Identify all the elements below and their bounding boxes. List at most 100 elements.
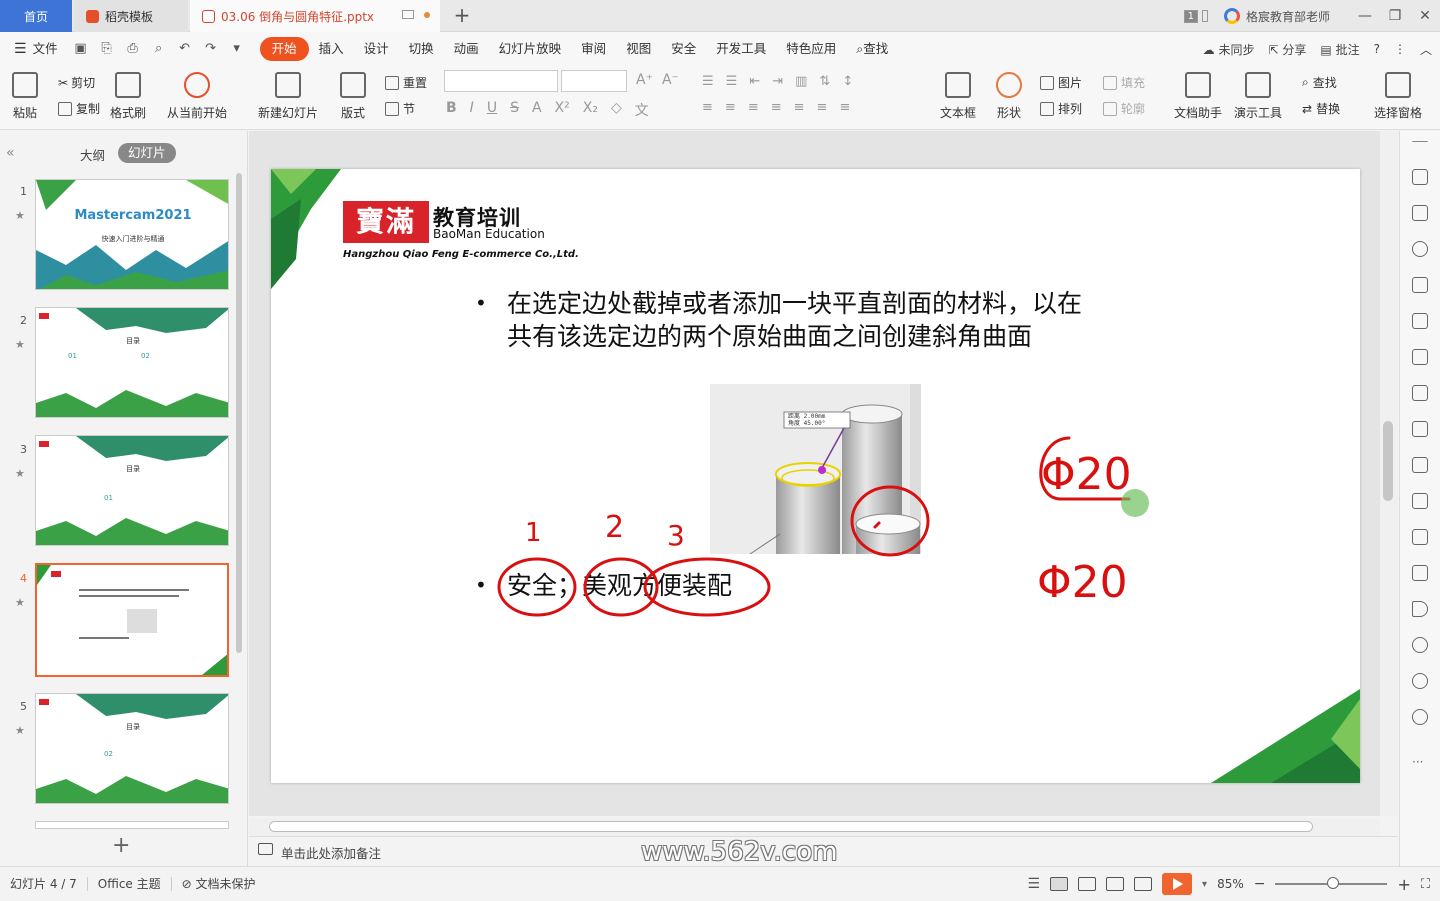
tab-template[interactable]: 稻壳模板 xyxy=(74,0,188,32)
find-button[interactable]: ⌕ 查找 xyxy=(1302,74,1337,91)
play-from-current-button[interactable]: 从当前开始 xyxy=(167,72,227,121)
menu-design[interactable]: 设计 xyxy=(354,37,399,61)
share-button[interactable]: ⇱ 分享 xyxy=(1269,41,1307,58)
more-icon[interactable]: ⋮ xyxy=(1394,42,1406,56)
picture-button[interactable]: 图片 xyxy=(1040,74,1082,91)
notes-pane[interactable]: 单击此处添加备注 www.562v.com xyxy=(249,836,1398,867)
chamfer-cad-image[interactable]: 距离 2.00mm 角度 45.00° xyxy=(710,384,921,554)
sync-button[interactable]: ☁ 未同步 xyxy=(1203,41,1255,58)
tab-outline[interactable]: 大纲 xyxy=(80,145,105,164)
justify-icon[interactable]: ≡ xyxy=(771,100,782,115)
collapse-panel-icon[interactable]: « xyxy=(6,145,15,161)
bullet1-line1[interactable]: 在选定边处截掉或者添加一块平直剖面的材料，以在 xyxy=(507,287,1082,320)
slide-thumbnail-4[interactable] xyxy=(35,563,229,677)
replace-button[interactable]: ⇄ 替换 xyxy=(1302,100,1340,117)
notes-placeholder[interactable]: 单击此处添加备注 xyxy=(281,843,381,862)
superscript-icon[interactable]: X² xyxy=(555,100,570,120)
italic-icon[interactable]: I xyxy=(470,100,474,120)
menu-view[interactable]: 视图 xyxy=(616,37,661,61)
horizontal-scroll-thumb[interactable] xyxy=(269,821,1313,832)
cut-button[interactable]: ✂ 剪切 xyxy=(58,74,95,91)
zoom-out-icon[interactable]: − xyxy=(1254,876,1266,892)
paste-button[interactable]: 粘贴 xyxy=(12,72,38,121)
print-icon[interactable]: ⎙ xyxy=(125,41,141,57)
help-circle-icon[interactable] xyxy=(1412,709,1428,725)
vertical-scroll-thumb[interactable] xyxy=(1383,421,1393,501)
menu-file[interactable]: 文件 xyxy=(27,37,68,61)
columns-icon[interactable]: ▥ xyxy=(795,74,807,89)
menu-slideshow[interactable]: 幻灯片放映 xyxy=(489,37,572,61)
undo-icon[interactable]: ↶ xyxy=(177,41,193,57)
copy-button[interactable]: 复制 xyxy=(58,100,100,117)
slide-thumbnail-5[interactable]: 目录 02 xyxy=(35,693,229,804)
comment-button[interactable]: ▤ 批注 xyxy=(1320,41,1359,58)
camera-icon[interactable] xyxy=(1134,877,1153,891)
theme-name[interactable]: Office 主题 xyxy=(98,875,161,892)
bold-icon[interactable]: B xyxy=(446,100,457,120)
image-search-icon[interactable] xyxy=(1412,457,1428,473)
zoom-slider[interactable] xyxy=(1275,877,1388,889)
picture-panel-icon[interactable] xyxy=(1412,565,1428,581)
menu-home[interactable]: 开始 xyxy=(259,37,309,61)
text-direction-icon[interactable]: ⇅ xyxy=(819,74,830,89)
audio-icon[interactable] xyxy=(1412,601,1428,617)
shape-button[interactable]: 形状 xyxy=(996,72,1022,121)
zoom-slider-knob[interactable] xyxy=(1327,877,1340,889)
underline-icon[interactable]: U xyxy=(487,100,497,120)
fit-window-icon[interactable]: ⛶ xyxy=(1421,877,1430,892)
collapse-ribbon-icon[interactable]: ︿ xyxy=(1420,41,1432,58)
quick-access-dropdown-icon[interactable]: ▾ xyxy=(229,41,245,57)
reading-view-icon[interactable] xyxy=(1106,877,1125,891)
user-name[interactable]: 格宸教育部老师 xyxy=(1246,8,1330,25)
animation-pane-icon[interactable] xyxy=(1412,205,1428,221)
reset-button[interactable]: 重置 xyxy=(385,74,427,91)
fill-tool-icon[interactable] xyxy=(1412,277,1428,293)
arrange-button[interactable]: 排列 xyxy=(1040,100,1082,117)
outline-button[interactable]: 轮廓 xyxy=(1103,100,1145,117)
notes-toggle-icon[interactable]: ☰ xyxy=(1027,876,1040,892)
current-slide[interactable]: 寶滿 教育培训 BaoMan Education Hangzhou Qiao F… xyxy=(271,169,1360,783)
menu-features[interactable]: 特色应用 xyxy=(776,37,846,61)
menu-developer[interactable]: 开发工具 xyxy=(706,37,776,61)
bullet1-line2[interactable]: 共有该选定边的两个原始曲面之间创建斜角曲面 xyxy=(507,320,1032,353)
format-painter-button[interactable]: 格式刷 xyxy=(110,72,146,121)
fill-button[interactable]: 填充 xyxy=(1103,74,1145,91)
bullet2-text[interactable]: 安全；美观方便装配 xyxy=(507,569,732,602)
font-color-icon[interactable]: A xyxy=(532,100,542,120)
slide-thumbnail-1[interactable]: Mastercam2021 快速入门进阶与精通 xyxy=(35,179,229,290)
slide-thumbnail-6-partial[interactable] xyxy=(35,821,229,829)
protect-status[interactable]: ⊘ 文档未保护 xyxy=(182,875,256,892)
decrease-font-icon[interactable]: A⁻ xyxy=(662,72,679,88)
restore-button[interactable]: ❐ xyxy=(1380,8,1410,24)
tab-home[interactable]: 首页 xyxy=(0,0,72,32)
section-button[interactable]: 节 xyxy=(385,100,415,117)
select-pane-button[interactable]: 选择窗格 xyxy=(1374,72,1422,121)
star-icon[interactable] xyxy=(1412,169,1428,185)
vertical-scrollbar[interactable] xyxy=(1380,131,1398,816)
menu-search[interactable]: ⌕查找 xyxy=(846,37,898,61)
layout-button[interactable]: 版式 xyxy=(340,72,366,121)
zoom-level[interactable]: 85% xyxy=(1217,877,1244,891)
align-left-icon[interactable]: ≡ xyxy=(702,100,713,115)
menu-transition[interactable]: 切换 xyxy=(399,37,444,61)
add-slide-button[interactable]: + xyxy=(112,833,130,858)
save-icon[interactable]: ▣ xyxy=(73,41,89,57)
monitor-icon[interactable] xyxy=(402,10,414,19)
hamburger-icon[interactable]: ☰ xyxy=(14,41,27,57)
textbox-button[interactable]: 文本框 xyxy=(940,72,976,121)
print-preview-icon[interactable]: ⌕ xyxy=(151,41,167,57)
slide-thumbnail-2[interactable]: 目录 01 02 xyxy=(35,307,229,418)
doc-assistant-button[interactable]: 文档助手 xyxy=(1174,72,1222,121)
close-button[interactable]: ✕ xyxy=(1410,8,1440,24)
table-icon[interactable] xyxy=(1412,313,1428,329)
paragraph-icon[interactable]: ≡ xyxy=(839,100,850,115)
slide-sorter-icon[interactable] xyxy=(1078,877,1097,891)
increase-font-icon[interactable]: A⁺ xyxy=(636,72,653,88)
decrease-indent-icon[interactable]: ⇤ xyxy=(749,74,760,89)
tab-slides[interactable]: 幻灯片 xyxy=(118,143,176,163)
align-right-icon[interactable]: ≡ xyxy=(748,100,759,115)
zoom-in-icon[interactable]: + xyxy=(1397,875,1410,894)
strikethrough-icon[interactable]: S xyxy=(510,100,519,120)
security-icon[interactable] xyxy=(1412,637,1428,653)
increase-indent-icon[interactable]: ⇥ xyxy=(772,74,783,89)
